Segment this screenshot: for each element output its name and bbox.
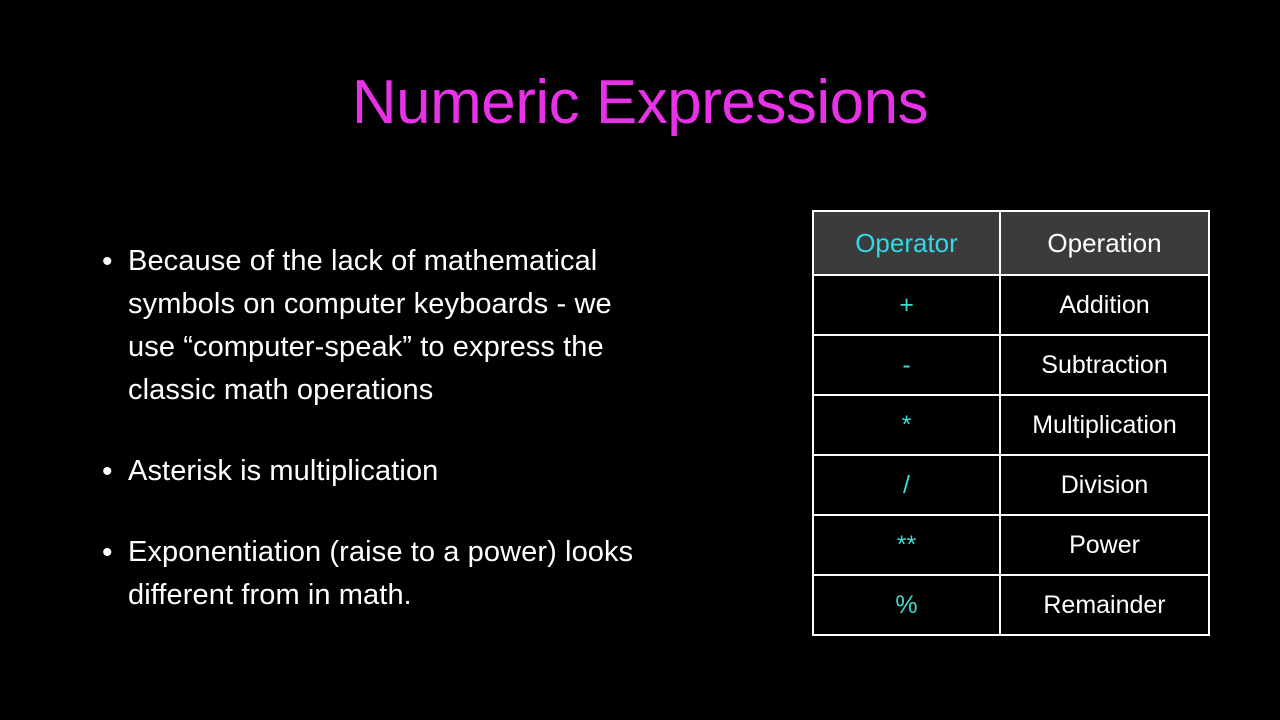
table-row: / Division <box>814 454 1208 514</box>
bullet-text-line: use “computer-speak” to express the <box>128 331 604 363</box>
cell-operator: ** <box>814 514 1001 574</box>
bullet-text: Exponentiation (raise to a power) looks d… <box>128 531 736 617</box>
table-header-row: Operator Operation <box>814 212 1208 274</box>
cell-operation: Addition <box>1001 274 1208 334</box>
cell-operation: Remainder <box>1001 574 1208 634</box>
cell-operator: % <box>814 574 1001 634</box>
column-header-operator: Operator <box>814 212 1001 274</box>
bullet-text: Asterisk is multiplication <box>128 450 736 493</box>
cell-operator: / <box>814 454 1001 514</box>
table-row: ** Power <box>814 514 1208 574</box>
bullet-item: • Exponentiation (raise to a power) looks… <box>96 531 736 617</box>
cell-operator: + <box>814 274 1001 334</box>
bullet-list: • Because of the lack of mathematical symb… <box>96 240 736 617</box>
slide-canvas: Numeric Expressions • Because of the lack… <box>0 0 1280 720</box>
cell-operation: Subtraction <box>1001 334 1208 394</box>
operator-table: Operator Operation + Addition - Subtraction… <box>812 210 1210 636</box>
bullet-item: • Asterisk is multiplication <box>96 450 736 493</box>
bullet-text: Because of the lack of mathematical symbo… <box>128 240 736 412</box>
table-row: % Remainder <box>814 574 1208 634</box>
column-header-operation: Operation <box>1001 212 1208 274</box>
bullet-text-line: symbols on computer keyboards - we <box>128 288 612 320</box>
table-row: - Subtraction <box>814 334 1208 394</box>
page-title: Numeric Expressions <box>351 68 929 137</box>
cell-operator: - <box>814 334 1001 394</box>
table-body: + Addition - Subtraction * Multiplication / Div… <box>814 274 1208 634</box>
table-row: + Addition <box>814 274 1208 334</box>
bullet-text-line: Because of the lack of mathematical <box>128 245 598 277</box>
bullet-text-line: Exponentiation (raise to a power) looks <box>128 536 634 568</box>
bullet-item: • Because of the lack of mathematical symb… <box>96 240 736 412</box>
bullet-point-icon: • <box>102 536 113 569</box>
cell-operation: Multiplication <box>1001 394 1208 454</box>
cell-operation: Division <box>1001 454 1208 514</box>
cell-operator: * <box>814 394 1001 454</box>
table-header: Operator Operation <box>814 212 1208 274</box>
bullet-text-line: different from in math. <box>128 579 412 611</box>
cell-operation: Power <box>1001 514 1208 574</box>
bullet-text-line: Asterisk is multiplication <box>128 455 439 487</box>
bullet-text-line: classic math operations <box>128 374 434 406</box>
bullet-point-icon: • <box>102 245 113 278</box>
table-row: * Multiplication <box>814 394 1208 454</box>
bullet-point-icon: • <box>102 455 113 488</box>
